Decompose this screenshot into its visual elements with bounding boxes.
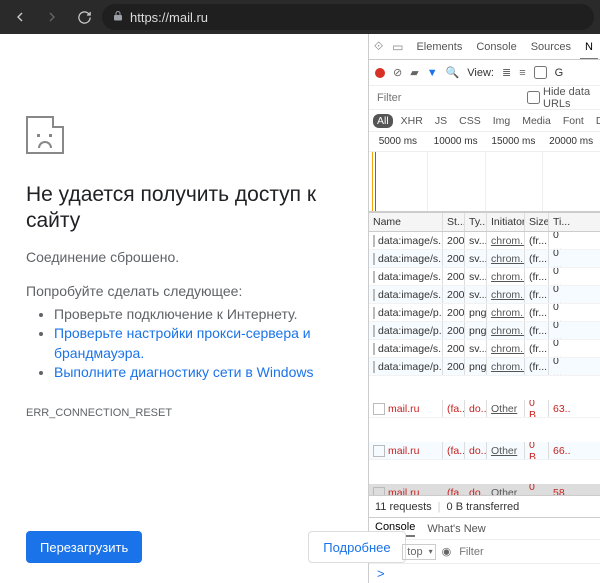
- col-status[interactable]: St...: [443, 213, 465, 231]
- table-row[interactable]: data:image/p...200pngchrom...(fr...0 ...: [369, 358, 600, 376]
- col-name[interactable]: Name: [369, 213, 443, 231]
- table-row[interactable]: data:image/s...200sv...chrom...(fr...0 .…: [369, 340, 600, 358]
- filter-all[interactable]: All: [373, 114, 393, 128]
- tab-network[interactable]: N: [578, 34, 600, 59]
- forward-button[interactable]: [38, 3, 66, 31]
- table-row[interactable]: data:image/s...200sv...chrom...(fr...0 .…: [369, 232, 600, 250]
- eye-icon[interactable]: ◉: [442, 545, 452, 558]
- view-label: View:: [467, 67, 494, 79]
- view-small-icon[interactable]: ≡: [519, 67, 525, 79]
- console-toolbar: ▯ ⊘ top ◉: [369, 539, 600, 563]
- search-icon[interactable]: 🔍: [446, 66, 460, 79]
- proxy-settings-link[interactable]: Проверьте настройки прокси-сервера и бра…: [54, 325, 311, 361]
- col-time[interactable]: Ti...: [549, 213, 571, 231]
- file-icon: [373, 235, 375, 247]
- group-label: G: [555, 67, 564, 79]
- waterfall-ruler: 5000 ms 10000 ms 15000 ms 20000 ms: [369, 132, 600, 152]
- filter-toggle-icon[interactable]: ▼: [427, 67, 438, 79]
- clear-icon[interactable]: ⊘: [393, 66, 402, 79]
- file-icon: [373, 289, 375, 301]
- requests-table-body: data:image/s...200sv...chrom...(fr...0 .…: [369, 232, 600, 495]
- table-row[interactable]: mail.ru(fa...do...Other0 B66...: [369, 442, 600, 460]
- file-icon: [373, 325, 375, 337]
- inspect-icon[interactable]: ⟐: [371, 38, 386, 56]
- filter-css[interactable]: CSS: [455, 114, 485, 128]
- details-button[interactable]: Подробнее: [308, 531, 405, 563]
- filter-input[interactable]: [375, 91, 521, 105]
- filter-xhr[interactable]: XHR: [397, 114, 427, 128]
- reload-page-button[interactable]: Перезагрузить: [26, 531, 142, 563]
- try-label: Попробуйте сделать следующее:: [26, 283, 348, 299]
- sad-page-icon: [26, 116, 64, 154]
- back-button[interactable]: [6, 3, 34, 31]
- filter-media[interactable]: Media: [518, 114, 555, 128]
- hide-data-urls-checkbox[interactable]: Hide data URLs: [527, 86, 594, 110]
- console-prompt[interactable]: >: [369, 563, 600, 583]
- table-row[interactable]: data:image/p...200pngchrom...(fr...0 ...: [369, 322, 600, 340]
- context-selector[interactable]: top: [402, 544, 435, 560]
- reload-button[interactable]: [70, 3, 98, 31]
- table-row[interactable]: data:image/s...200sv...chrom...(fr...0 .…: [369, 286, 600, 304]
- prompt-chevron-icon: >: [377, 566, 385, 581]
- col-type[interactable]: Ty...: [465, 213, 487, 231]
- file-icon: [373, 271, 375, 283]
- network-diag-link[interactable]: Выполните диагностику сети в Windows: [54, 364, 313, 380]
- error-heading: Не удается получить доступ к сайту: [26, 182, 348, 235]
- table-row[interactable]: mail.ru(fa...do...Other0 B58...: [369, 484, 600, 495]
- filter-js[interactable]: JS: [431, 114, 451, 128]
- table-row[interactable]: mail.ru(fa...do...Other0 B63...: [369, 400, 600, 418]
- table-row[interactable]: data:image/s...200sv...chrom...(fr...0 .…: [369, 268, 600, 286]
- network-toolbar: ⊘ ▰ ▼ 🔍 View: ≣ ≡ G: [369, 60, 600, 86]
- suggestion-item: Выполните диагностику сети в Windows: [54, 363, 348, 383]
- col-initiator[interactable]: Initiator: [487, 213, 525, 231]
- file-icon: [373, 403, 385, 415]
- file-icon: [373, 361, 375, 373]
- file-icon: [373, 343, 375, 355]
- file-icon: [373, 253, 375, 265]
- suggestion-item: Проверьте подключение к Интернету.: [54, 305, 348, 325]
- file-icon: [373, 307, 375, 319]
- address-bar[interactable]: https://mail.ru: [102, 4, 594, 30]
- group-checkbox[interactable]: [534, 66, 547, 79]
- suggestions-list: Проверьте подключение к Интернету. Прове…: [32, 305, 348, 383]
- error-subline: Соединение сброшено.: [26, 249, 348, 265]
- device-toggle-icon[interactable]: ▭: [390, 38, 405, 56]
- error-page: Не удается получить доступ к сайту Соеди…: [0, 34, 368, 583]
- transferred-size: 0 B transferred: [447, 501, 520, 513]
- requests-count: 11 requests: [375, 501, 432, 513]
- table-row[interactable]: data:image/p...200pngchrom...(fr...0 ...: [369, 304, 600, 322]
- lock-icon: [112, 10, 124, 25]
- devtools-tabs: ⟐ ▭ Elements Console Sources N: [369, 34, 600, 60]
- drawer-tab-whatsnew[interactable]: What's New: [427, 523, 485, 535]
- filter-img[interactable]: Img: [489, 114, 515, 128]
- tab-console[interactable]: Console: [469, 34, 523, 59]
- camera-icon[interactable]: ▰: [410, 66, 418, 79]
- suggestion-item: Проверьте настройки прокси-сервера и бра…: [54, 324, 348, 363]
- file-icon: [373, 445, 385, 457]
- type-filter-row: All XHR JS CSS Img Media Font Doc WS M: [369, 110, 600, 132]
- file-icon: [373, 487, 385, 496]
- requests-table-header: Name St... Ty... Initiator Size Ti...: [369, 212, 600, 232]
- network-summary: 11 requests | 0 B transferred: [369, 495, 600, 517]
- col-size[interactable]: Size: [525, 213, 549, 231]
- console-filter-input[interactable]: [457, 545, 600, 559]
- browser-toolbar: https://mail.ru: [0, 0, 600, 34]
- table-row[interactable]: data:image/s...200sv...chrom...(fr...0 .…: [369, 250, 600, 268]
- record-button[interactable]: [375, 68, 385, 78]
- devtools-panel: ⟐ ▭ Elements Console Sources N ⊘ ▰ ▼ 🔍 V…: [368, 34, 600, 583]
- filter-font[interactable]: Font: [559, 114, 588, 128]
- tab-elements[interactable]: Elements: [409, 34, 469, 59]
- waterfall-chart[interactable]: [369, 152, 600, 212]
- filter-doc[interactable]: Doc: [592, 114, 600, 128]
- error-code: ERR_CONNECTION_RESET: [26, 407, 348, 419]
- view-large-icon[interactable]: ≣: [502, 66, 511, 79]
- url-text: https://mail.ru: [130, 10, 208, 25]
- tab-sources[interactable]: Sources: [524, 34, 578, 59]
